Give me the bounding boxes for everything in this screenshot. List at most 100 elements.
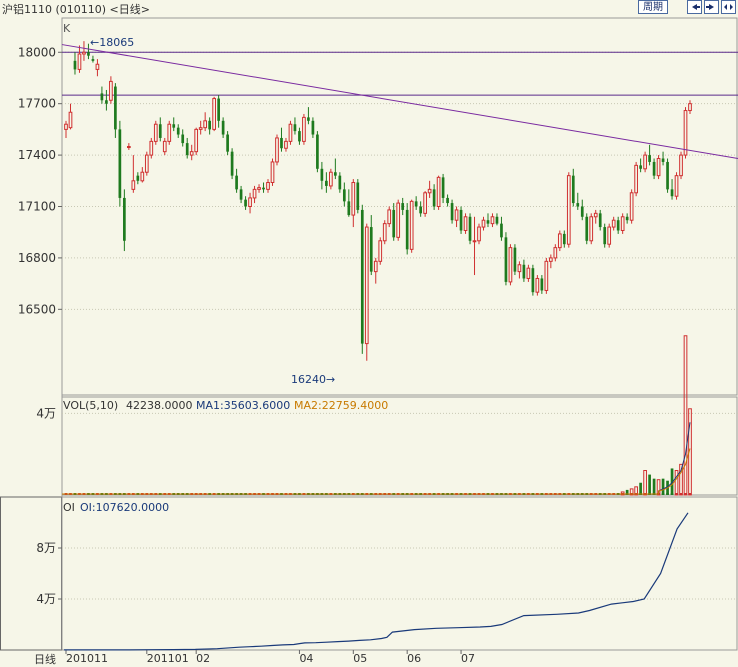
candle-body-down — [513, 247, 517, 272]
volume-ma1-line — [62, 422, 691, 495]
candle-body-down — [360, 209, 364, 344]
candle-body-down — [100, 93, 104, 101]
price-panel-marker: K — [63, 22, 71, 35]
candle-body-down — [280, 137, 283, 149]
candle-body-up — [284, 140, 288, 149]
price-tick-label: 17700 — [18, 97, 56, 111]
candle-body-up — [364, 226, 369, 345]
candle-body-down — [504, 237, 508, 282]
candle-body-down — [392, 209, 396, 238]
candle-body-up — [387, 209, 392, 225]
candle-body-up — [68, 111, 73, 129]
candle-body-up — [557, 233, 562, 249]
candle-body-up — [688, 103, 692, 112]
candle-body-down — [571, 175, 575, 204]
volume-bar-recent — [683, 335, 688, 496]
candle-body-up — [423, 192, 427, 214]
candle-body-down — [338, 175, 342, 190]
oi-indicator-name: OI — [63, 501, 75, 514]
price-tick-label: 18000 — [18, 45, 56, 59]
candle-body-down — [369, 227, 373, 272]
candle-body-up — [373, 260, 378, 273]
candle-body-down — [342, 189, 346, 202]
chart-canvas: 16500 16800 17100 17400 17700 18000 201011 2011… — [0, 17, 738, 665]
volume-tick-label: 4万 — [36, 406, 56, 420]
candle-body-down — [230, 151, 234, 176]
oi-line — [64, 512, 689, 651]
candle-body-down — [639, 165, 642, 169]
candle-body-up — [544, 260, 549, 291]
volume-ma2-line — [62, 448, 691, 495]
candle-body-up — [643, 154, 647, 170]
candle-body-up — [95, 63, 100, 70]
candle-body-down — [495, 216, 499, 224]
candle-body-up — [288, 123, 293, 142]
x-tick-label: 201011 — [66, 652, 108, 665]
candle-body-up — [109, 80, 113, 101]
volume-ma1: MA1:35603.6000 — [196, 399, 291, 412]
candle-body-up — [427, 188, 432, 194]
candle-body-down — [347, 201, 351, 216]
candle-body-up — [634, 164, 638, 194]
candle-body-up — [212, 98, 216, 130]
candle-body-up — [127, 146, 131, 149]
x-tick-label: 04 — [299, 652, 313, 665]
volume-bar-recent — [639, 482, 642, 495]
candle-body-up — [477, 226, 481, 242]
candle-body-down — [540, 278, 544, 291]
candle-body-down — [446, 197, 449, 204]
x-tick-label: 06 — [407, 652, 421, 665]
candle-body-up — [153, 123, 158, 142]
candle-body-down — [576, 203, 580, 207]
volume-bar-recent — [652, 478, 656, 495]
volume-bar-recent — [674, 470, 679, 496]
candle-body-down — [356, 182, 360, 210]
candle-body-up — [144, 154, 149, 173]
x-tick-label: 02 — [196, 652, 210, 665]
candle-body-up — [481, 219, 486, 228]
candle-body-up — [620, 216, 625, 231]
candle-body-up — [490, 216, 495, 225]
candle-body-up — [396, 202, 401, 238]
candle-body-up — [679, 154, 683, 177]
candle-body-up — [611, 219, 616, 228]
x-tick-label: 05 — [353, 652, 367, 665]
candle-body-down — [244, 199, 247, 207]
candle-body-down — [486, 220, 490, 224]
low-annotation: 16240→ — [291, 373, 336, 386]
candle-body-up — [409, 200, 414, 250]
candle-body-down — [311, 120, 315, 135]
candle-body-up — [302, 116, 306, 142]
candle-body-up — [198, 127, 203, 130]
oi-panel-frame — [61, 496, 738, 651]
candle-body-down — [262, 187, 265, 190]
price-tick-label: 17400 — [18, 148, 56, 162]
volume-indicator-name: VOL(5,10) — [63, 399, 119, 412]
candle-body-down — [468, 216, 472, 241]
candle-body-up — [553, 247, 558, 259]
candle-body-up — [64, 123, 68, 130]
candle-body-down — [235, 175, 238, 190]
candle-body-down — [239, 189, 243, 200]
candle-body-up — [589, 216, 594, 242]
candle-body-down — [405, 209, 409, 250]
candle-body-down — [531, 268, 535, 293]
oi-tick-label: 4万 — [36, 592, 56, 606]
candle-body-down — [298, 131, 301, 142]
candle-body-down — [114, 86, 117, 130]
candle-body-down — [441, 177, 445, 198]
candle-body-down — [181, 134, 185, 144]
candle-body-up — [162, 140, 167, 153]
candle-body-down — [401, 203, 405, 210]
volume-bar-recent — [643, 470, 647, 496]
candle-body-up — [526, 267, 531, 279]
candle-body-up — [149, 140, 154, 156]
candle-body-up — [203, 120, 208, 129]
candle-body-up — [508, 247, 513, 283]
oi-indicator-value: OI:107620.0000 — [80, 501, 170, 514]
candle-body-up — [517, 264, 522, 273]
candle-body-down — [500, 223, 503, 238]
candle-body-down — [648, 155, 651, 162]
candle-body-down — [666, 161, 669, 190]
candle-body-down — [91, 59, 95, 61]
